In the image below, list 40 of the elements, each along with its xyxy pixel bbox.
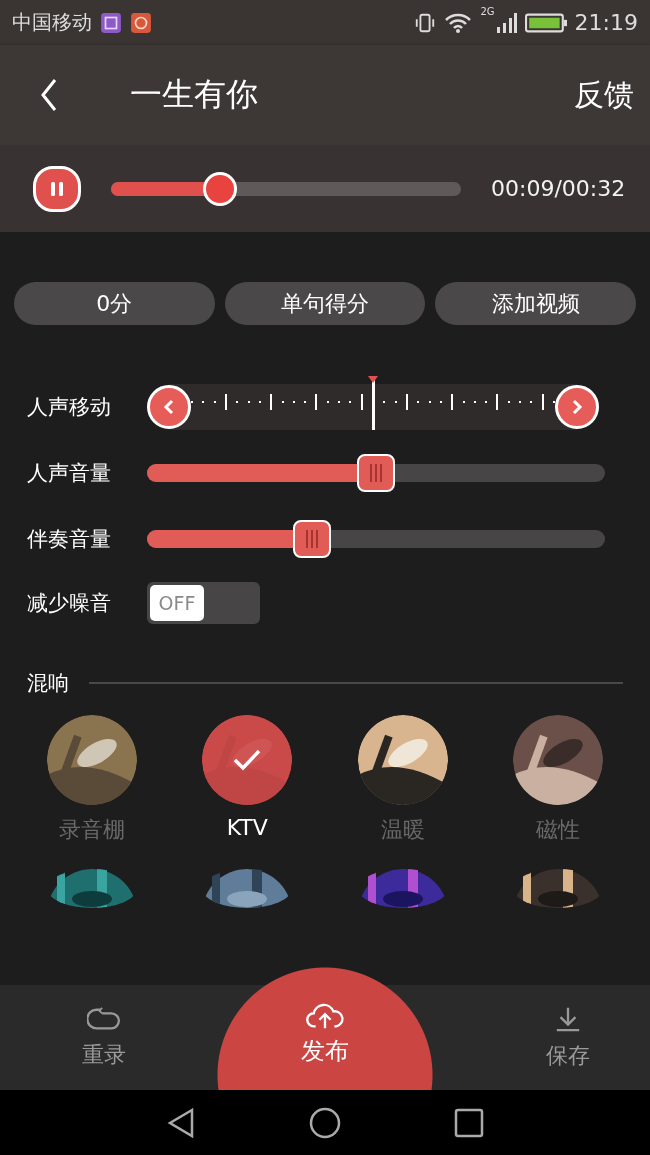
check-icon [232,748,263,772]
page-title: 一生有你 [130,74,258,115]
volume-slider-thumb[interactable] [292,520,331,558]
pause-button[interactable] [33,165,81,212]
control-label: 减少噪音 [27,590,112,617]
feedback-button[interactable]: 反馈 [574,74,634,116]
score-option-button[interactable]: 0分 [14,282,215,325]
reverb-label: 磁性 [536,816,581,844]
gallery-notification-icon [100,11,122,34]
section-title: 混响 [27,670,69,697]
control-label: 人声移动 [27,394,112,421]
score-option-button[interactable]: 添加视频 [435,282,636,325]
publish-button[interactable]: 发布 [217,967,433,1090]
network-type: 2G [480,6,495,17]
volume-slider-track[interactable] [147,520,605,558]
home-icon[interactable] [308,1105,342,1140]
wifi-icon [444,11,473,34]
score-option-button[interactable]: 单句得分 [224,282,426,325]
reverb-label: KTV [226,815,268,840]
app-notification-icon [130,11,152,34]
playback-time: 00:09/00:32 [491,176,626,201]
cloud-upload-icon [306,1003,344,1031]
vibrate-icon [414,11,437,34]
clock: 21:19 [574,10,638,35]
reverb-label: 录音棚 [58,816,125,844]
loop-arrow-icon [87,1005,121,1032]
progress-track[interactable] [111,171,461,206]
control-label: 伴奏音量 [27,526,112,553]
shift-right-button[interactable] [555,385,599,429]
control-label: 人声音量 [27,460,112,487]
reverb-label: 温暖 [380,816,425,844]
shift-left-button[interactable] [147,385,191,429]
carrier-name: 中国移动 [12,9,92,36]
volume-slider-track[interactable] [147,454,605,492]
battery-icon [524,11,567,34]
volume-slider-thumb[interactable] [357,454,395,492]
re-record-button[interactable]: 重录 [82,1005,126,1070]
save-button[interactable]: 保存 [546,1004,590,1071]
progress-thumb[interactable] [202,171,237,206]
signal-icon [494,11,517,34]
